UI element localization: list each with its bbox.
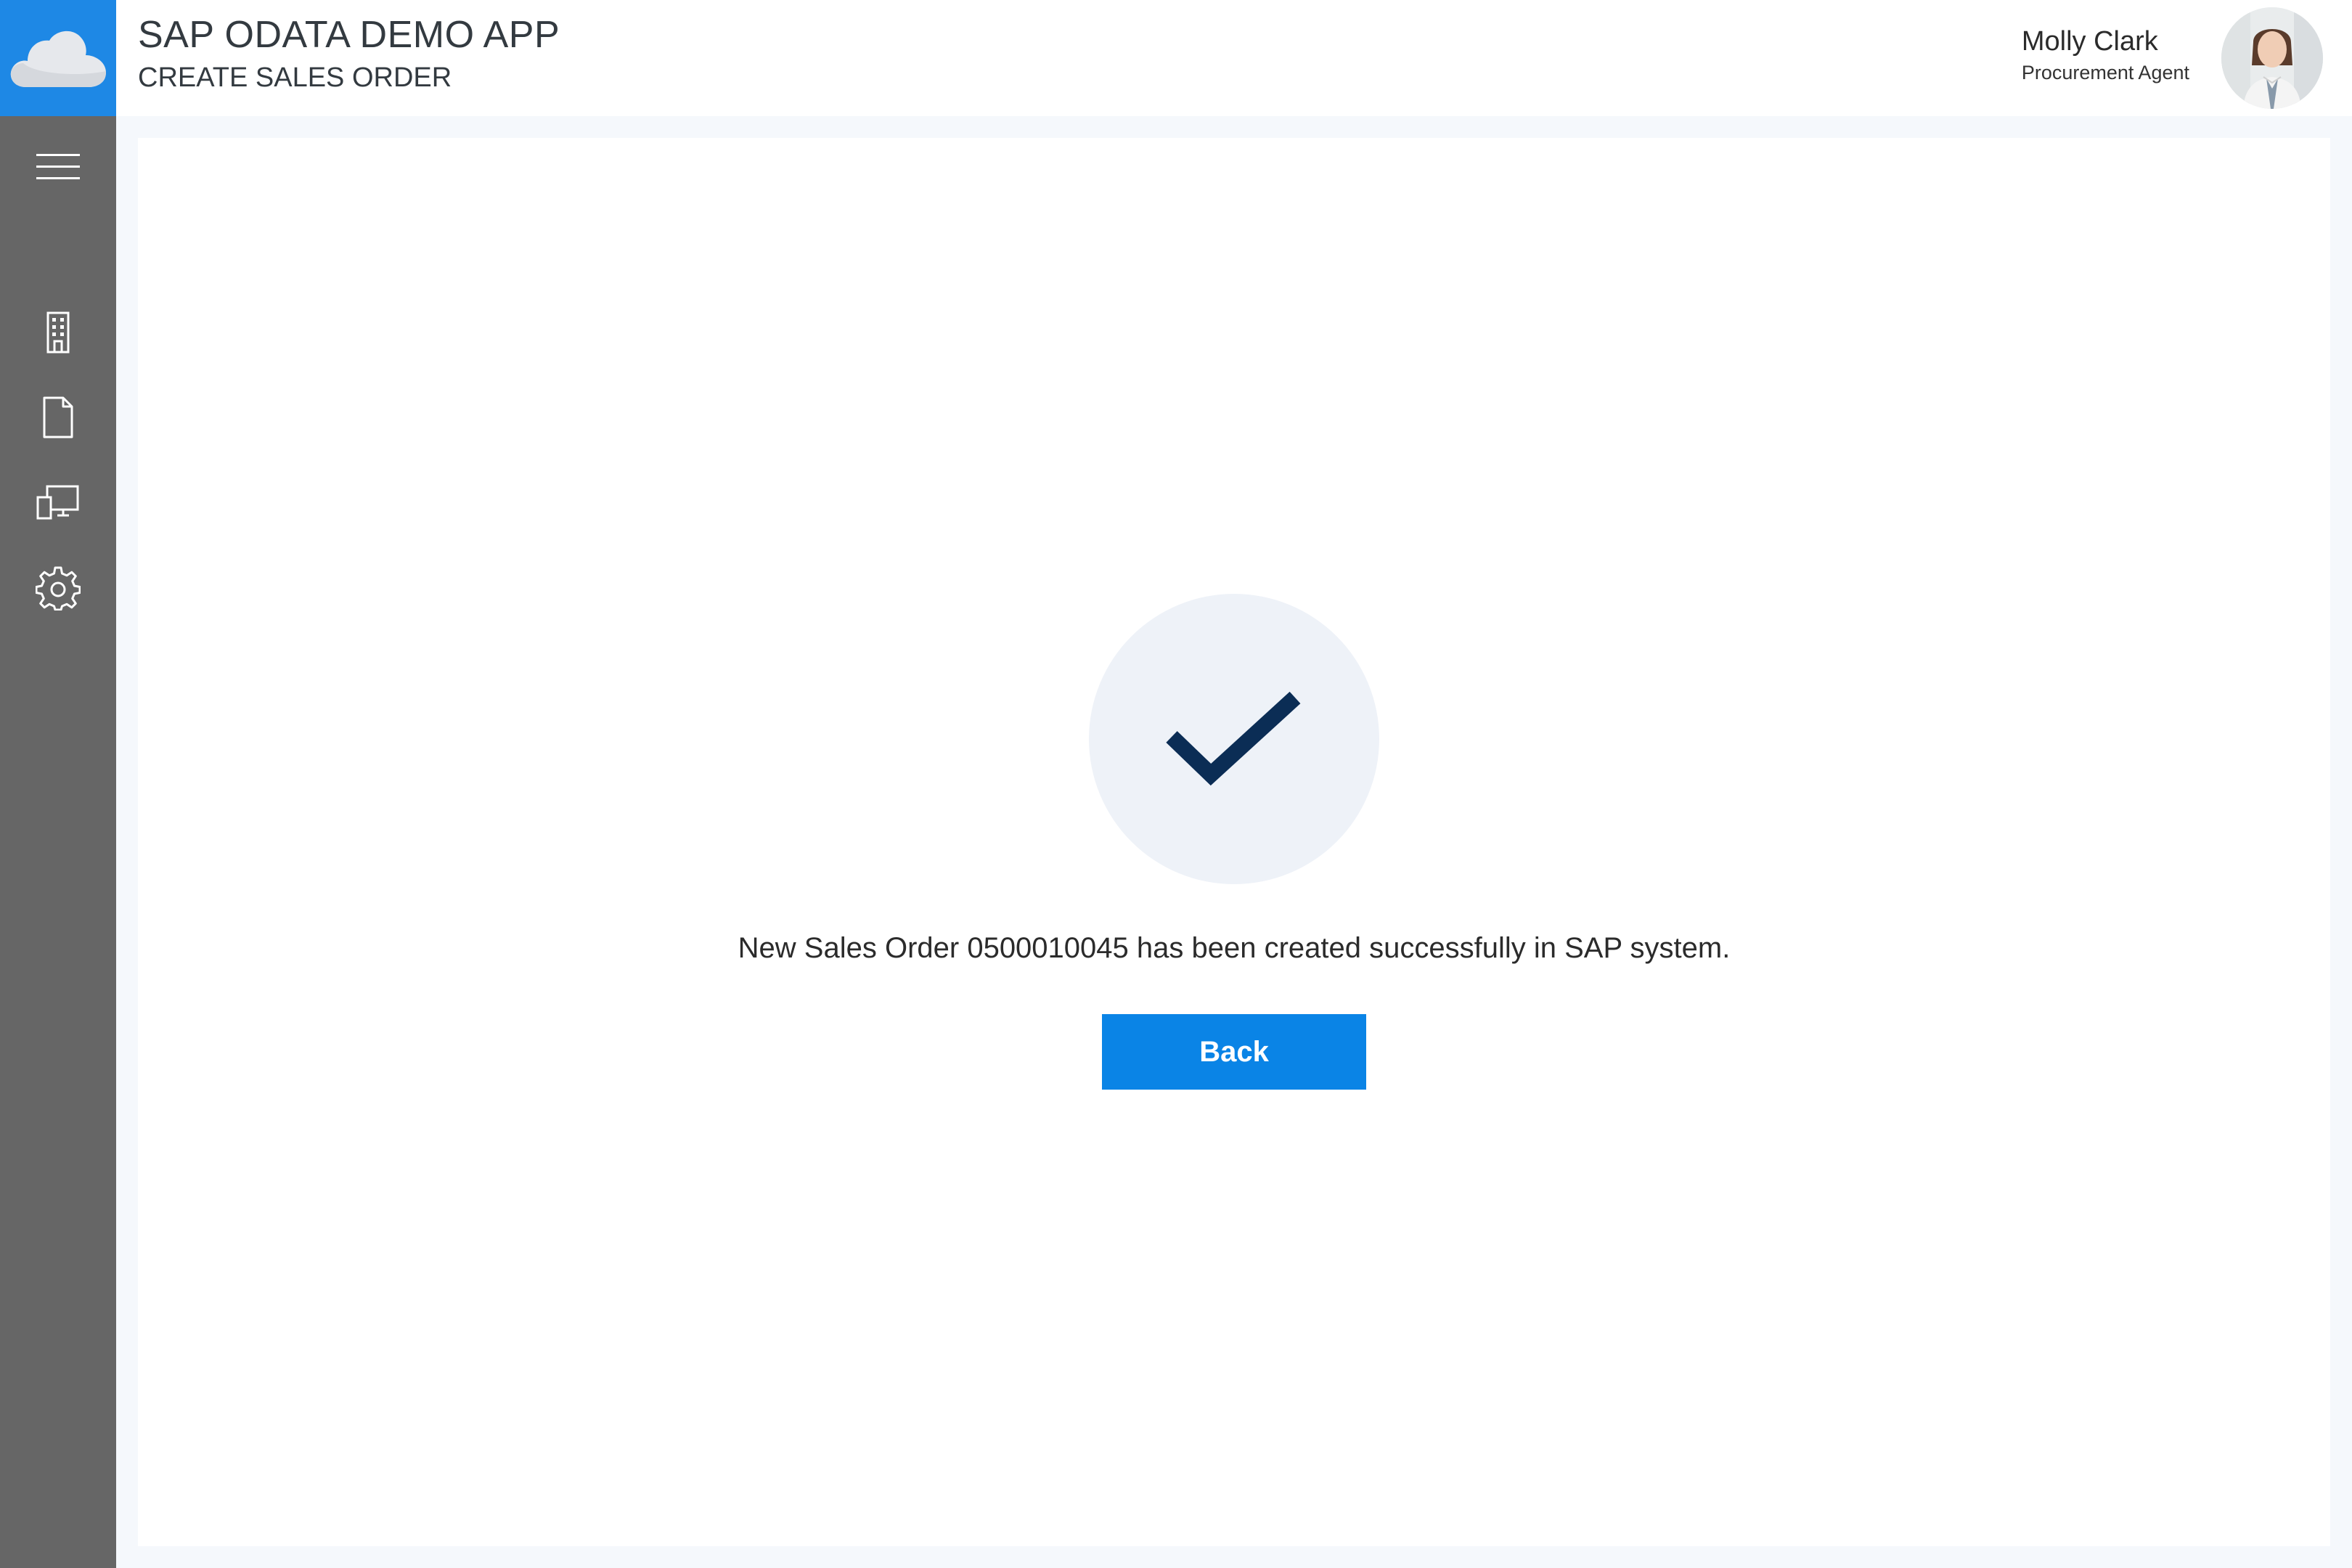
avatar[interactable] (2221, 7, 2323, 109)
user-info[interactable]: Molly Clark Procurement Agent (2022, 26, 2189, 84)
sidebar-item-company[interactable] (22, 300, 94, 365)
checkmark-icon (1166, 691, 1301, 786)
app-title: SAP ODATA DEMO APP (138, 14, 560, 56)
devices-icon (36, 485, 79, 520)
menu-icon (36, 154, 80, 179)
page-subtitle: CREATE SALES ORDER (138, 62, 452, 93)
user-role: Procurement Agent (2021, 62, 2189, 83)
success-message: New Sales Order 0500010045 has been crea… (738, 932, 1731, 964)
sidebar-item-settings[interactable] (22, 555, 94, 621)
sidebar-item-devices[interactable] (22, 470, 94, 535)
sidebar-item-documents[interactable] (22, 385, 94, 450)
user-name: Molly Clark (2021, 26, 2158, 57)
app-root: SAP ODATA DEMO APP CREATE SALES ORDER Mo… (0, 0, 2352, 1568)
cloud-icon (10, 30, 107, 87)
top-header: SAP ODATA DEMO APP CREATE SALES ORDER Mo… (116, 0, 2352, 116)
back-button[interactable]: Back (1102, 1014, 1366, 1090)
gear-icon (36, 566, 81, 611)
success-indicator (1089, 594, 1379, 884)
user-avatar-icon (2221, 7, 2323, 109)
sidebar (0, 116, 116, 1568)
sidebar-item-menu[interactable] (22, 134, 94, 200)
document-icon (43, 396, 73, 438)
main-content: New Sales Order 0500010045 has been crea… (138, 138, 2330, 1546)
app-logo[interactable] (0, 0, 116, 116)
building-icon (46, 311, 70, 354)
